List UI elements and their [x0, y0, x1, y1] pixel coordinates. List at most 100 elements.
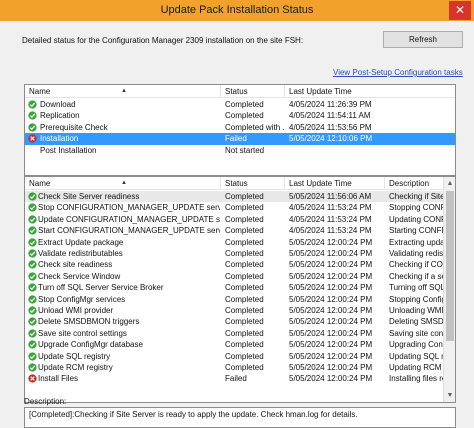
steps-desc-cell: Starting CONFIG: [389, 226, 443, 236]
steps-status-cell: Completed: [225, 283, 264, 293]
description-box[interactable]: [Completed]:Checking if Site Server is r…: [24, 407, 456, 428]
phases-col-time[interactable]: Last Update Time: [285, 85, 455, 98]
phases-time-cell: 4/05/2024 11:53:56 PM: [289, 122, 372, 132]
steps-row[interactable]: Install Files Failed 5/05/2024 12:00:24 PM…: [25, 373, 455, 384]
phases-row[interactable]: Prerequisite Check Completed with ... 4/05…: [25, 122, 455, 133]
steps-desc-cell: Stopping ConfigM: [389, 294, 443, 304]
post-setup-link[interactable]: View Post-Setup Configuration tasks: [333, 68, 463, 77]
steps-name-cell: Upgrade ConfigMgr database: [38, 340, 143, 350]
steps-name-cell: Stop CONFIGURATION_MANAGER_UPDATE servic…: [38, 203, 220, 213]
phases-name-cell: Prerequisite Check: [40, 122, 108, 132]
steps-desc-cell: Updating CONFIG: [389, 214, 443, 224]
steps-row[interactable]: Delete SMSDBMON triggers Completed 5/05/20…: [25, 316, 455, 327]
phases-status-cell: Completed: [225, 100, 264, 109]
success-icon: [28, 260, 37, 270]
steps-col-description[interactable]: Description: [385, 177, 445, 190]
refresh-button[interactable]: Refresh: [383, 31, 463, 48]
phases-col-status[interactable]: Status: [221, 85, 285, 98]
steps-list[interactable]: Name ▲ Status Last Update Time Descripti…: [24, 176, 456, 403]
steps-row[interactable]: Stop ConfigMgr services Completed 5/05/202…: [25, 294, 455, 305]
steps-row[interactable]: Check Service Window Completed 5/05/2024 1…: [25, 271, 455, 282]
steps-status-cell: Completed: [225, 226, 264, 236]
close-button[interactable]: ✕: [449, 1, 471, 20]
steps-status-cell: Completed: [225, 328, 264, 338]
steps-time-cell: 5/05/2024 12:00:24 PM: [289, 271, 373, 281]
steps-row[interactable]: Unload WMI provider Completed 5/05/2024 12…: [25, 305, 455, 316]
phases-time-cell: 4/05/2024 11:54:11 AM: [289, 111, 371, 121]
steps-row[interactable]: Validate redistributables Completed 5/05/2…: [25, 248, 455, 259]
detail-text: Detailed status for the Configuration Ma…: [22, 36, 304, 45]
steps-status-cell: Completed: [225, 351, 264, 361]
steps-name-cell: Start CONFIGURATION_MANAGER_UPDATE servi…: [38, 226, 220, 236]
success-icon: [28, 226, 37, 235]
dialog-content: Detailed status for the Configuration Ma…: [0, 21, 474, 428]
steps-time-cell: 5/05/2024 12:00:24 PM: [289, 260, 373, 270]
scroll-thumb[interactable]: [446, 191, 454, 341]
steps-col-time[interactable]: Last Update Time: [285, 177, 385, 190]
steps-desc-cell: Checking if a ser: [389, 271, 443, 281]
steps-row[interactable]: Check Site Server readiness Completed 5/05…: [25, 191, 455, 203]
phases-name-cell: Installation: [40, 134, 79, 144]
steps-row[interactable]: Start CONFIGURATION_MANAGER_UPDATE servi…: [25, 225, 455, 236]
steps-desc-cell: Updating SQL reg: [389, 351, 443, 361]
success-icon: [28, 123, 37, 132]
steps-time-cell: 5/05/2024 12:00:24 PM: [289, 328, 373, 338]
steps-desc-cell: Upgrading Config: [389, 340, 443, 350]
steps-status-cell: Completed: [225, 260, 264, 270]
steps-status-cell: Completed: [225, 340, 264, 350]
steps-time-cell: 5/05/2024 11:56:06 AM: [289, 192, 372, 201]
success-icon: [28, 215, 37, 224]
steps-scrollbar[interactable]: ▲ ▼: [443, 177, 455, 402]
steps-name-cell: Extract Update package: [38, 237, 124, 247]
steps-row[interactable]: Check site readiness Completed 5/05/2024 1…: [25, 259, 455, 270]
steps-name-cell: Update CONFIGURATION_MANAGER_UPDATE serv…: [38, 214, 220, 224]
steps-status-cell: Completed: [225, 306, 264, 315]
steps-row[interactable]: Upgrade ConfigMgr database Completed 5/05/…: [25, 339, 455, 350]
success-icon: [28, 203, 37, 213]
phases-list[interactable]: Name ▲ Status Last Update Time Download C…: [24, 84, 456, 176]
success-icon: [28, 100, 37, 109]
steps-row[interactable]: Turn off SQL Server Service Broker Comple…: [25, 282, 455, 293]
phases-row[interactable]: Installation Failed 5/05/2024 12:10:06 PM: [25, 133, 455, 145]
steps-name-cell: Save site control settings: [38, 328, 127, 338]
phases-time-cell: 4/05/2024 11:26:39 PM: [289, 100, 372, 109]
steps-row[interactable]: Update SQL registry Completed 5/05/2024 12…: [25, 351, 455, 362]
steps-name-cell: Install Files: [38, 374, 79, 384]
steps-name-cell: Check Site Server readiness: [38, 192, 140, 201]
steps-header: Name ▲ Status Last Update Time Descripti…: [25, 177, 455, 190]
failed-icon: [28, 134, 37, 143]
steps-name-cell: Check Service Window: [38, 271, 121, 281]
sort-arrow-icon: ▲: [121, 88, 127, 94]
steps-row[interactable]: Extract Update package Completed 5/05/2024…: [25, 237, 455, 248]
steps-row[interactable]: Stop CONFIGURATION_MANAGER_UPDATE servic…: [25, 202, 455, 213]
steps-desc-cell: Checking if CONF: [389, 260, 443, 270]
phases-name-cell: Replication: [40, 111, 80, 121]
steps-row[interactable]: Update RCM registry Completed 5/05/2024 12…: [25, 362, 455, 373]
steps-name-cell: Delete SMSDBMON triggers: [38, 317, 140, 327]
phases-time-cell: 5/05/2024 12:10:06 PM: [289, 134, 373, 144]
phases-row[interactable]: Download Completed 4/05/2024 11:26:39 PM: [25, 99, 455, 110]
scroll-down-icon[interactable]: ▼: [444, 389, 455, 402]
steps-status-cell: Completed: [225, 317, 264, 327]
steps-name-cell: Update RCM registry: [38, 363, 113, 372]
steps-time-cell: 4/05/2024 11:53:24 PM: [289, 203, 372, 213]
steps-name-cell: Update SQL registry: [38, 351, 111, 361]
phases-row[interactable]: Post Installation Not started: [25, 145, 455, 156]
steps-status-cell: Completed: [225, 203, 264, 213]
success-icon: [28, 237, 37, 247]
steps-desc-cell: Installing files req: [389, 374, 443, 384]
steps-row[interactable]: Save site control settings Completed 5/05/…: [25, 328, 455, 339]
steps-status-cell: Completed: [225, 294, 264, 304]
steps-desc-cell: Stopping CONFIG: [389, 203, 443, 213]
scroll-up-icon[interactable]: ▲: [444, 177, 455, 190]
steps-row[interactable]: Update CONFIGURATION_MANAGER_UPDATE serv…: [25, 214, 455, 225]
failed-icon: [28, 374, 37, 384]
success-icon: [28, 272, 37, 281]
steps-status-cell: Completed: [225, 363, 264, 372]
steps-col-status[interactable]: Status: [221, 177, 285, 190]
success-icon: [28, 249, 37, 258]
steps-desc-cell: Turning off SQL S: [389, 283, 443, 293]
phases-row[interactable]: Replication Completed 4/05/2024 11:54:11 A…: [25, 110, 455, 121]
success-icon: [28, 317, 37, 327]
success-icon: [28, 192, 37, 201]
